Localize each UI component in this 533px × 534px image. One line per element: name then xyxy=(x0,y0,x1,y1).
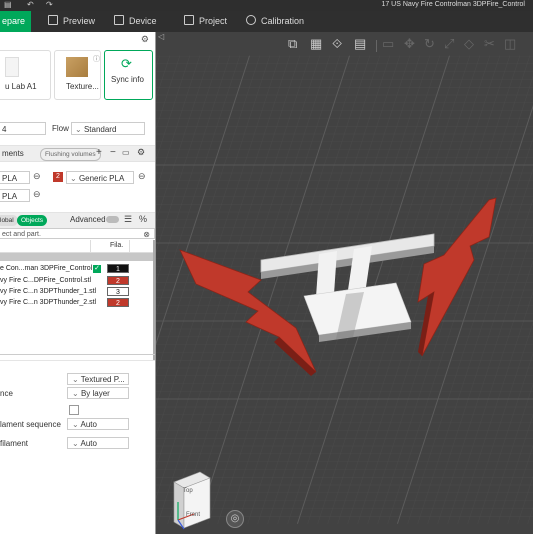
divider xyxy=(0,354,155,355)
add-object-icon[interactable]: ⧉ xyxy=(288,36,297,52)
part-filament-badge[interactable]: 3 xyxy=(107,287,129,296)
object-list-scrollbar[interactable] xyxy=(153,240,155,360)
printable-checkbox[interactable]: ✓ xyxy=(93,265,101,273)
filament-2-dropdown[interactable]: ⌄ Generic PLA xyxy=(66,171,134,184)
part-row[interactable]: vy Fire C...n 3DPThunder_2.stl 2 xyxy=(0,297,155,308)
list-view-icon[interactable]: ☰ xyxy=(124,214,132,225)
filament-title: ments xyxy=(2,149,24,158)
object-list-header: Fila. xyxy=(0,240,155,253)
app-menu-icon[interactable]: ▤ xyxy=(4,0,12,9)
add-filament-icon[interactable]: + xyxy=(96,147,102,158)
plate-type-dropdown[interactable]: ⌄ Textured P... xyxy=(67,373,129,385)
process-label: lament sequence xyxy=(0,420,61,429)
window-title: 17 US Navy Fire Controlman 3DPFire_Contr… xyxy=(381,1,525,8)
filament-1-edit-icon[interactable]: ⊖ xyxy=(33,171,41,182)
cut-icon[interactable]: ✂ xyxy=(484,36,495,52)
percent-icon[interactable]: % xyxy=(139,214,147,224)
option-checkbox[interactable] xyxy=(69,405,79,415)
title-bar: ▤ ↶ ↷ 17 US Navy Fire Controlman 3DPFire… xyxy=(0,0,533,11)
divider xyxy=(0,360,155,361)
split-icon[interactable]: ▭ xyxy=(382,36,394,52)
textured-plate-icon xyxy=(66,57,88,77)
printer-icon xyxy=(5,57,19,77)
process-label: filament xyxy=(0,439,29,448)
flow-label: Flow xyxy=(52,124,69,133)
3d-viewport[interactable]: Top Front ◎ ◁ ⧉ ▦ ⟐ ▤ ▭ ✥ ↻ ⤢ ◇ ✂ ◫ xyxy=(156,32,533,534)
objects-toggle[interactable]: Objects xyxy=(17,215,48,226)
tab-preview[interactable]: Preview xyxy=(48,11,95,32)
sync-info-button[interactable]: ⟳ Sync info xyxy=(104,50,153,100)
info-icon[interactable]: ⓘ xyxy=(93,54,100,64)
tab-device[interactable]: Device xyxy=(114,11,157,32)
filament-section-header: ments Flushing volumes + − ▭ ⚙ xyxy=(0,145,155,162)
tab-prepare[interactable]: epare xyxy=(0,11,32,32)
viewcube-top-label: Top xyxy=(183,488,193,494)
printer-name: u Lab A1 xyxy=(5,82,37,91)
collapse-panel-icon[interactable]: ◁ xyxy=(158,32,164,41)
advanced-label: Advanced xyxy=(70,215,106,224)
sync-label: Sync info xyxy=(111,75,144,84)
viewport-toolbar: ⧉ ▦ ⟐ ▤ ▭ ✥ ↻ ⤢ ◇ ✂ ◫ xyxy=(286,34,531,56)
object-filament-badge[interactable]: 1 xyxy=(107,264,129,273)
left-sidebar: ⚙ u Lab A1 ⓘ Texture... ⟳ Sync info 4 Fl… xyxy=(0,32,156,534)
process-label: nce xyxy=(0,389,13,398)
preview-icon xyxy=(48,15,58,25)
sequence-dropdown[interactable]: ⌄ By layer xyxy=(67,387,129,399)
part-row[interactable]: vy Fire C...DPFire_Control.stl 2 xyxy=(0,275,155,286)
filament-1-dropdown[interactable]: PLA xyxy=(0,171,30,184)
filament-3-edit-icon[interactable]: ⊖ xyxy=(33,189,41,200)
plate-label: Texture... xyxy=(66,82,99,91)
filament-2-edit-icon[interactable]: ⊖ xyxy=(138,171,146,182)
orient-camera-icon[interactable]: ◎ xyxy=(226,510,244,528)
objects-toolbar: lobal Objects Advanced ☰ % xyxy=(0,212,155,229)
plate-group-row[interactable] xyxy=(0,253,155,261)
filament-2-swatch[interactable]: 2 xyxy=(53,172,63,182)
build-plate-canvas[interactable] xyxy=(156,32,533,534)
layer-height-field[interactable]: 4 xyxy=(0,122,46,135)
part-filament-badge[interactable]: 2 xyxy=(107,298,129,307)
edit-filament-icon[interactable]: ▭ xyxy=(122,148,130,157)
object-search-input[interactable]: ect and part. ⊗ xyxy=(0,228,155,239)
lay-on-face-icon[interactable]: ◇ xyxy=(464,36,474,52)
clear-search-icon[interactable]: ⊗ xyxy=(143,229,150,240)
viewcube-front-label: Front xyxy=(186,512,201,518)
part-filament-badge[interactable]: 2 xyxy=(107,276,129,285)
tab-calibration[interactable]: Calibration xyxy=(246,11,304,32)
device-icon xyxy=(114,15,124,25)
object-row[interactable]: e Con...man 3DPFire_Control ✓ 1 xyxy=(0,263,155,274)
printer-card[interactable]: u Lab A1 xyxy=(0,50,51,100)
main-tab-bar: epare Preview Device Project Calibration xyxy=(0,11,533,32)
rotate-icon[interactable]: ↻ xyxy=(424,36,435,52)
project-icon xyxy=(184,15,194,25)
move-icon[interactable]: ✥ xyxy=(404,36,415,52)
first-filament-dropdown[interactable]: ⌄ Auto xyxy=(67,437,129,449)
part-row[interactable]: vy Fire C...n 3DPThunder_1.stl 3 xyxy=(0,286,155,297)
undo-icon[interactable]: ↶ xyxy=(27,0,34,9)
filament-3-dropdown[interactable]: PLA xyxy=(0,189,30,202)
flushing-volumes-button[interactable]: Flushing volumes xyxy=(40,148,101,161)
filament-settings-icon[interactable]: ⚙ xyxy=(137,147,145,158)
scale-icon[interactable]: ⤢ xyxy=(444,36,454,52)
plate-icon[interactable]: ▤ xyxy=(354,36,366,52)
plate-card[interactable]: ⓘ Texture... xyxy=(54,50,101,100)
filament-sequence-dropdown[interactable]: ⌄ Auto xyxy=(67,418,129,430)
calibration-icon xyxy=(246,15,256,25)
advanced-toggle[interactable] xyxy=(106,216,119,223)
sync-icon: ⟳ xyxy=(121,56,132,71)
global-toggle[interactable]: lobal xyxy=(0,215,18,226)
grid-arrange-icon[interactable]: ▦ xyxy=(310,36,322,52)
flow-dropdown[interactable]: ⌄ Standard xyxy=(71,122,145,135)
orient-icon[interactable]: ⟐ xyxy=(332,36,342,52)
tab-project[interactable]: Project xyxy=(184,11,227,32)
mesh-boolean-icon[interactable]: ◫ xyxy=(504,36,516,52)
redo-icon[interactable]: ↷ xyxy=(46,0,53,9)
fila-column-header: Fila. xyxy=(110,242,124,249)
remove-filament-icon[interactable]: − xyxy=(110,147,116,158)
printer-settings-icon[interactable]: ⚙ xyxy=(141,34,149,45)
